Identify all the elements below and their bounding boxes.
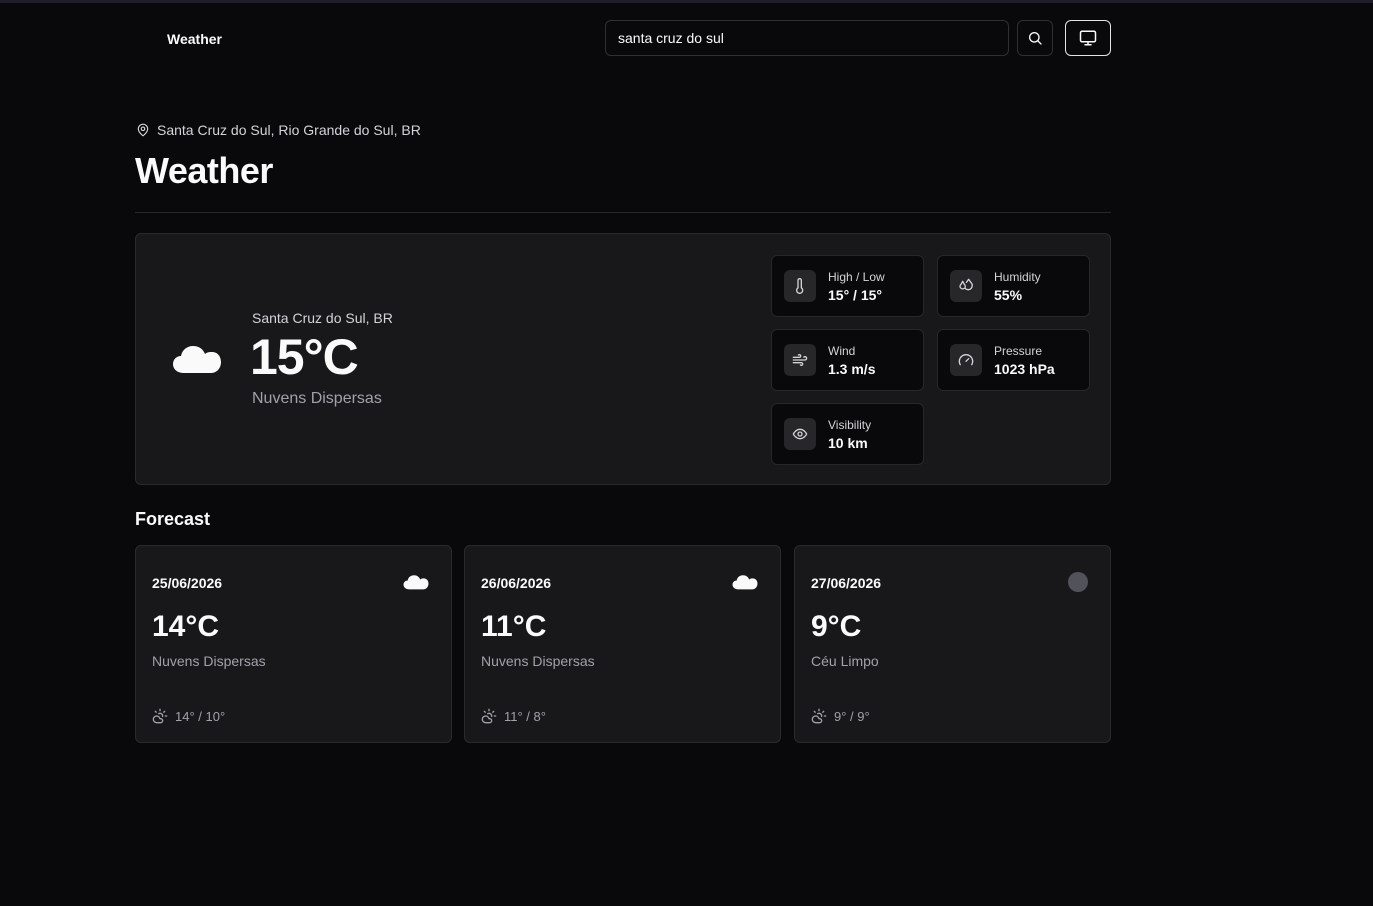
search-icon: [1029, 32, 1042, 45]
forecast-range-text: 9° / 9°: [834, 708, 870, 724]
search-input[interactable]: [605, 20, 1009, 56]
stat-value: 1023 hPa: [994, 361, 1055, 377]
forecast-date: 27/06/2026: [811, 575, 882, 591]
forecast-card: 26/06/2026 11°C Nuvens Dispersas 11° / 8…: [464, 545, 781, 743]
stat-label: Pressure: [994, 344, 1043, 358]
cloud-icon: [732, 575, 758, 590]
stat-value: 1.3 m/s: [828, 361, 876, 377]
stat-visibility: Visibility 10 km: [771, 403, 924, 465]
stat-value: 55%: [994, 287, 1023, 303]
stat-humidity: Humidity 55%: [937, 255, 1090, 317]
forecast-heading: Forecast: [135, 509, 211, 529]
forecast-range-text: 14° / 10°: [175, 708, 226, 724]
cloud-sun-icon: [481, 708, 497, 724]
wind-icon: [792, 354, 808, 366]
stat-label: Wind: [828, 344, 856, 358]
forecast-description: Nuvens Dispersas: [481, 653, 595, 669]
forecast-date: 25/06/2026: [152, 575, 223, 591]
current-description: Nuvens Dispersas: [252, 390, 382, 407]
forecast-description: Nuvens Dispersas: [152, 653, 266, 669]
eye-icon: [792, 428, 808, 440]
clear-sky-icon: [1068, 572, 1088, 592]
location-breadcrumb: Santa Cruz do Sul, Rio Grande do Sul, BR: [136, 122, 421, 138]
forecast-date: 26/06/2026: [481, 575, 552, 591]
forecast-range: 9° / 9°: [811, 708, 870, 724]
thermometer-icon: [796, 278, 804, 294]
search-button[interactable]: [1017, 20, 1053, 56]
cloud-icon: [403, 575, 429, 590]
map-pin-icon: [137, 123, 149, 137]
current-weather-card: Santa Cruz do Sul, BR 15°C Nuvens Disper…: [135, 233, 1111, 485]
cloud-sun-icon: [152, 708, 168, 724]
forecast-description: Céu Limpo: [811, 653, 879, 669]
stat-label: Humidity: [994, 270, 1041, 284]
forecast-range-text: 11° / 8°: [504, 708, 546, 724]
stat-value: 10 km: [828, 435, 868, 451]
stat-wind: Wind 1.3 m/s: [771, 329, 924, 391]
stat-pressure: Pressure 1023 hPa: [937, 329, 1090, 391]
stat-high-low: High / Low 15° / 15°: [771, 255, 924, 317]
current-temperature: 15°C: [250, 329, 359, 385]
forecast-card: 27/06/2026 9°C Céu Limpo 9° / 9°: [794, 545, 1111, 743]
cloud-icon: [173, 346, 221, 373]
stat-label: Visibility: [828, 418, 872, 432]
cloud-sun-icon: [811, 708, 827, 724]
monitor-icon: [1079, 30, 1097, 46]
app-header: Weather: [0, 3, 1373, 73]
divider: [135, 212, 1111, 213]
forecast-temperature: 14°C: [152, 610, 220, 643]
forecast-range: 14° / 10°: [152, 708, 225, 724]
location-text: Santa Cruz do Sul, Rio Grande do Sul, BR: [157, 122, 421, 138]
gauge-icon: [958, 354, 974, 366]
forecast-range: 11° / 8°: [481, 708, 546, 724]
forecast-temperature: 11°C: [481, 610, 547, 643]
current-city: Santa Cruz do Sul, BR: [252, 310, 393, 326]
brand-title[interactable]: Weather: [167, 31, 222, 47]
forecast-temperature: 9°C: [811, 610, 862, 643]
forecast-card: 25/06/2026 14°C Nuvens Dispersas 14° / 1…: [135, 545, 452, 743]
stat-value: 15° / 15°: [828, 287, 883, 303]
theme-toggle-button[interactable]: [1065, 20, 1111, 56]
stat-label: High / Low: [828, 270, 885, 284]
droplets-icon: [959, 278, 973, 291]
page-title: Weather: [135, 150, 273, 191]
